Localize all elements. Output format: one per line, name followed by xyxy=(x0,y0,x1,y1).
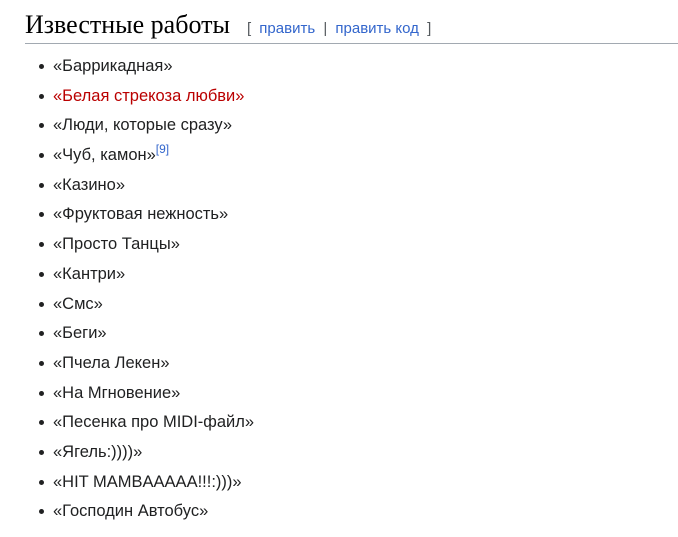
list-item: «Беги» xyxy=(39,321,254,351)
work-title: «HIT MAMBAAAAA!!!:)))» xyxy=(53,472,242,491)
bullet-icon xyxy=(39,153,44,159)
list-item: «HIT MAMBAAAAA!!!:)))» xyxy=(39,470,254,500)
works-list: «Баррикадная» «Белая стрекоза любви» «Лю… xyxy=(39,54,254,529)
work-title: «Просто Танцы» xyxy=(53,235,180,254)
work-title: «Кантри» xyxy=(53,264,126,283)
reference-superscript: [9] xyxy=(156,142,169,156)
work-title: «Баррикадная» xyxy=(53,57,173,75)
reference-link[interactable]: [9] xyxy=(156,142,169,156)
list-item: «Кантри» xyxy=(39,262,254,292)
bullet-icon xyxy=(39,509,44,515)
bullet-icon xyxy=(39,390,44,396)
list-item: «Казино» xyxy=(39,173,254,203)
section-title: Известные работы xyxy=(25,10,230,39)
work-title: «Пчела Лекен» xyxy=(53,353,170,372)
list-item: «Смс» xyxy=(39,292,254,322)
bullet-icon xyxy=(39,449,44,455)
edit-separator: | xyxy=(323,20,328,37)
edit-open-bracket: [ xyxy=(246,20,252,37)
work-title: «Ягель:))))» xyxy=(53,442,143,461)
list-item: «Ягель:))))» xyxy=(39,440,254,470)
bullet-icon xyxy=(39,331,44,337)
bullet-icon xyxy=(39,479,44,485)
work-title: «Фруктовая нежность» xyxy=(53,205,229,224)
edit-close-bracket: ] xyxy=(427,20,432,37)
list-item: «Господин Автобус» xyxy=(39,499,254,529)
list-item: «На Мгновение» xyxy=(39,381,254,411)
work-title: «Люди, которые сразу» xyxy=(53,116,233,135)
edit-code-link[interactable]: править код xyxy=(335,20,419,37)
bullet-icon xyxy=(39,360,44,366)
list-item: «Чуб, камон»[9] xyxy=(39,143,254,173)
bullet-icon xyxy=(39,271,44,277)
work-title: «Господин Автобус» xyxy=(53,502,209,521)
work-title: «Смс» xyxy=(53,294,103,313)
list-item: «Просто Танцы» xyxy=(39,232,254,262)
works-section: Известные работы [ править | править код… xyxy=(25,10,678,520)
bullet-icon xyxy=(39,420,44,426)
list-item: «Белая стрекоза любви» xyxy=(39,84,254,114)
work-title: «На Мгновение» xyxy=(53,383,181,402)
work-title: «Беги» xyxy=(53,324,107,343)
bullet-icon xyxy=(39,212,44,218)
bullet-icon xyxy=(39,301,44,307)
bullet-icon xyxy=(39,93,44,99)
work-title: «Песенка про MIDI-файл» xyxy=(53,413,255,432)
bullet-icon xyxy=(39,242,44,248)
edit-section-links: [ править | править код ] xyxy=(247,20,431,37)
list-item: «Люди, которые сразу» xyxy=(39,113,254,143)
list-item: «Песенка про MIDI-файл» xyxy=(39,410,254,440)
edit-link[interactable]: править xyxy=(259,20,315,37)
bullet-icon xyxy=(39,64,44,69)
work-title: «Чуб, камон» xyxy=(53,146,156,165)
bullet-icon xyxy=(39,182,44,188)
work-title: «Казино» xyxy=(53,175,126,194)
list-item: «Пчела Лекен» xyxy=(39,351,254,381)
bullet-icon xyxy=(39,123,44,129)
list-item: «Фруктовая нежность» xyxy=(39,202,254,232)
work-title-redlink[interactable]: «Белая стрекоза любви» xyxy=(53,87,244,105)
list-item: «Баррикадная» xyxy=(39,54,254,84)
section-heading: Известные работы [ править | править код… xyxy=(25,10,678,44)
